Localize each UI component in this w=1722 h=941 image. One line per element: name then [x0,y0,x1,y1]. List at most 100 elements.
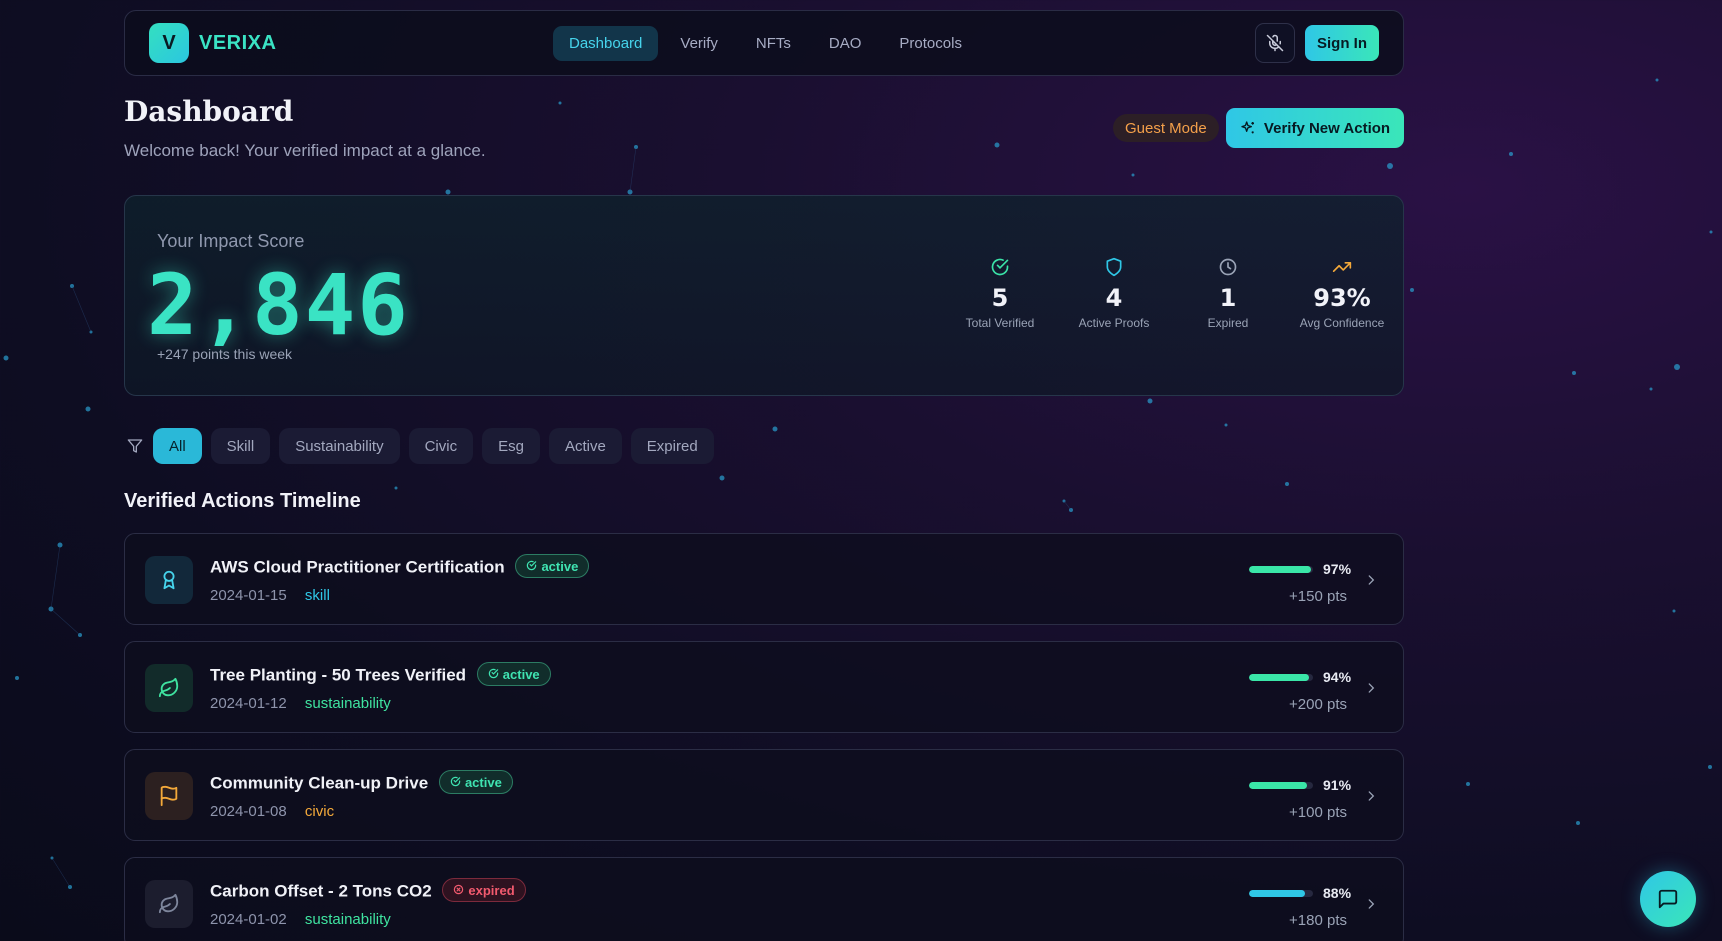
confidence-bar [1249,565,1313,573]
row-meta: 2024-01-15 skill [210,587,330,604]
row-expand-button[interactable] [1361,894,1381,914]
action-category: civic [304,803,335,820]
nav-link-protocols[interactable]: Protocols [883,26,978,61]
action-points: +100 pts [1289,804,1347,821]
action-date: 2024-01-02 [210,911,287,928]
row-icon-tile [145,664,193,712]
impact-score-card: Your Impact Score 2,846 +247 points this… [124,195,1404,396]
row-title-line: Carbon Offset - 2 Tons CO2 expired [210,878,526,904]
confidence-value: 91% [1323,777,1352,793]
confidence-meter: 97% [1249,561,1351,577]
stat-label: Avg Confidence [1299,316,1385,330]
mic-off-icon [1266,34,1284,52]
filter-chip-skill[interactable]: Skill [210,428,271,464]
confidence-value: 94% [1323,669,1352,685]
flag-icon [160,785,178,807]
confidence-bar [1249,673,1313,681]
confidence-bar-fill [1249,889,1306,897]
action-date: 2024-01-08 [210,803,287,820]
row-icon-tile [145,772,193,820]
nav-link-verify[interactable]: Verify [664,26,734,61]
sparkles-icon [1241,121,1254,134]
check-circle-icon [527,560,537,570]
mic-toggle-button[interactable] [1255,23,1295,63]
action-points: +150 pts [1289,588,1347,605]
chat-bubble-icon [1658,889,1678,909]
filter-chip-expired[interactable]: Expired [630,428,714,464]
award-icon [163,570,175,590]
action-title: AWS Cloud Practitioner Certification [210,557,505,577]
row-title-line: Community Clean-up Drive active [210,770,513,796]
stat-label: Expired [1207,316,1249,330]
check-circle-icon [450,776,461,786]
impact-score-value: 2,846 [147,256,410,354]
score-stats: 5 Total Verified 4 Active Proofs 1 Expir… [943,256,1399,330]
row-title-line: AWS Cloud Practitioner Certification act… [210,554,590,580]
action-category: skill [304,587,330,604]
filter-bar: All Skill Sustainability Civic Esg Activ… [124,428,1404,464]
filter-chip-active[interactable]: Active [548,428,622,464]
chevron-right-icon [1368,683,1375,693]
chevron-right-icon [1368,899,1375,909]
verify-new-action-label: Verify New Action [1263,119,1391,137]
check-circle-icon [488,668,499,678]
action-title: Community Clean-up Drive [210,773,429,793]
impact-score-delta: +247 points this week [157,346,293,362]
action-title: Tree Planting - 50 Trees Verified [210,665,467,685]
confidence-value: 88% [1323,885,1352,901]
stat-label: Active Proofs [1078,316,1150,330]
nav-link-dashboard[interactable]: Dashboard [553,25,659,61]
chat-button[interactable] [1640,871,1696,927]
status-badge: active [438,770,513,794]
confidence-bar-fill [1249,673,1310,681]
row-meta: 2024-01-02 sustainability [210,911,391,928]
shield-icon [1106,257,1122,277]
filter-icon [127,439,143,453]
stat-label: Total Verified [965,316,1035,330]
top-navbar: V VERIXA Dashboard Verify NFTs DAO Proto… [124,10,1404,76]
timeline-row[interactable]: Community Clean-up Drive active 2024-01-… [124,749,1404,841]
action-date: 2024-01-12 [210,695,287,712]
row-expand-button[interactable] [1361,786,1381,806]
confidence-bar-fill [1249,565,1312,573]
row-meta: 2024-01-08 civic [210,803,334,820]
nav-link-dao[interactable]: DAO [813,26,878,61]
x-circle-icon [454,884,464,894]
brand-logo[interactable]: V VERIXA [149,23,276,63]
filter-chip-civic[interactable]: Civic [408,428,474,464]
chevron-right-icon [1368,575,1375,585]
confidence-bar [1249,781,1313,789]
stat-expired: 1 Expired [1171,256,1285,330]
row-expand-button[interactable] [1361,570,1381,590]
row-icon-tile [145,880,193,928]
clock-icon [1219,258,1237,276]
timeline-row[interactable]: Tree Planting - 50 Trees Verified active… [124,641,1404,733]
status-badge: expired [442,878,526,902]
action-category: sustainability [304,695,391,712]
nav-links: Dashboard Verify NFTs DAO Protocols [553,25,978,61]
sign-in-button[interactable]: Sign In [1305,25,1379,61]
row-meta: 2024-01-12 sustainability [210,695,391,712]
stat-value: 1 [1219,284,1237,312]
brand-name: VERIXA [199,31,277,54]
page-subtitle: Welcome back! Your verified impact at a … [124,141,486,160]
row-expand-button[interactable] [1361,678,1381,698]
timeline-row[interactable]: Carbon Offset - 2 Tons CO2 expired 2024-… [124,857,1404,941]
leaf-icon [158,893,179,914]
filter-chip-all[interactable]: All [153,428,202,464]
filter-chip-esg[interactable]: Esg [482,428,540,464]
trending-up-icon [1332,262,1352,272]
stat-value: 4 [1105,284,1123,312]
timeline-row[interactable]: AWS Cloud Practitioner Certification act… [124,533,1404,625]
stat-active-proofs: 4 Active Proofs [1057,256,1171,330]
confidence-meter: 94% [1249,669,1351,685]
verify-new-action-button[interactable]: Verify New Action [1226,108,1404,148]
leaf-icon [158,677,179,698]
impact-score-label: Your Impact Score [157,231,305,251]
confidence-value: 97% [1323,561,1352,577]
timeline-title: Verified Actions Timeline [124,490,361,512]
nav-link-nfts[interactable]: NFTs [740,26,807,61]
filter-chip-sustainability[interactable]: Sustainability [279,428,400,464]
stat-value: 5 [991,284,1009,312]
stat-value: 93% [1313,284,1371,312]
